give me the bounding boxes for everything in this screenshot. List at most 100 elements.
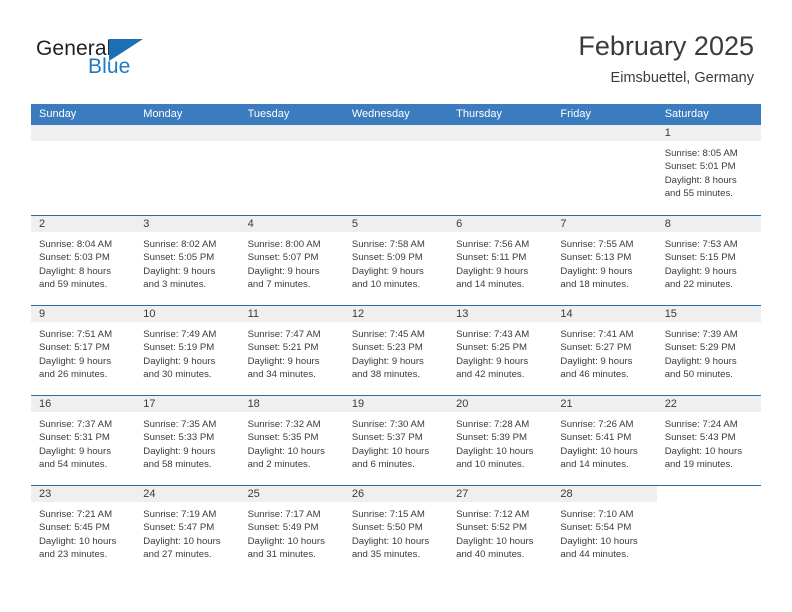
sunrise-text: Sunrise: 7:55 AM bbox=[560, 239, 634, 250]
daylight-text: Daylight: 9 hours bbox=[351, 265, 424, 277]
sunrise-text: Sunrise: 8:04 AM bbox=[39, 239, 113, 250]
day-cell-28[interactable]: 28 Sunrise: 7:10 AM Sunset: 5:54 PM Dayligh… bbox=[552, 486, 657, 577]
day-cell-9[interactable]: 9 Sunrise: 7:51 AM Sunset: 5:17 PM Daylight… bbox=[31, 306, 136, 395]
sunrise-text: Sunrise: 8:05 AM bbox=[664, 148, 738, 159]
brand-logo[interactable]: General Blue bbox=[36, 38, 156, 88]
day-cell-5[interactable]: 5 Sunrise: 7:58 AM Sunset: 5:09 PM Daylight… bbox=[343, 216, 449, 305]
daylight-text: and 54 minutes. bbox=[39, 458, 108, 470]
day-number: 27 bbox=[456, 488, 469, 500]
day-cell-8[interactable]: 8 Sunrise: 7:53 AM Sunset: 5:15 PM Daylight… bbox=[656, 216, 761, 305]
day-cell-24[interactable]: 24 Sunrise: 7:19 AM Sunset: 5:47 PM Dayligh… bbox=[135, 486, 240, 577]
sunrise-text: Sunrise: 7:12 AM bbox=[456, 509, 530, 520]
daylight-text: Daylight: 9 hours bbox=[247, 355, 320, 367]
daylight-text: and 44 minutes. bbox=[560, 548, 629, 560]
sunset-text: Sunset: 5:29 PM bbox=[664, 342, 736, 354]
day-cell-11[interactable]: 11 Sunrise: 7:47 AM Sunset: 5:21 PM Dayligh… bbox=[239, 306, 344, 395]
day-cell-20[interactable]: 20 Sunrise: 7:28 AM Sunset: 5:39 PM Dayligh… bbox=[448, 396, 553, 485]
day-cell-15[interactable]: 15 Sunrise: 7:39 AM Sunset: 5:29 PM Dayligh… bbox=[656, 306, 761, 395]
day-cell-6[interactable]: 6 Sunrise: 7:56 AM Sunset: 5:11 PM Daylight… bbox=[448, 216, 553, 305]
day-number-band bbox=[656, 216, 761, 233]
day-number: 22 bbox=[664, 398, 677, 410]
daylight-text: and 27 minutes. bbox=[143, 548, 212, 560]
day-number: 1 bbox=[664, 127, 671, 139]
day-cell-12[interactable]: 12 Sunrise: 7:45 AM Sunset: 5:23 PM Dayligh… bbox=[343, 306, 449, 395]
day-cell-27[interactable]: 27 Sunrise: 7:12 AM Sunset: 5:52 PM Dayligh… bbox=[448, 486, 553, 577]
daylight-text: Daylight: 10 hours bbox=[456, 535, 534, 547]
sunset-text: Sunset: 5:09 PM bbox=[351, 252, 423, 264]
calendar-weeks: 1 Sunrise: 8:05 AM Sunset: 5:01 PM Daylight… bbox=[31, 125, 761, 577]
day-number: 26 bbox=[351, 488, 365, 500]
day-cell-17[interactable]: 17 Sunrise: 7:35 AM Sunset: 5:33 PM Dayligh… bbox=[135, 396, 240, 485]
day-cell-16[interactable]: 16 Sunrise: 7:37 AM Sunset: 5:31 PM Dayligh… bbox=[31, 396, 136, 485]
weekday-header-saturday: Saturday bbox=[664, 108, 709, 120]
day-cell-1[interactable]: 1 Sunrise: 8:05 AM Sunset: 5:01 PM Daylight… bbox=[656, 125, 761, 215]
day-cell-18[interactable]: 18 Sunrise: 7:32 AM Sunset: 5:35 PM Dayligh… bbox=[239, 396, 344, 485]
sunset-text: Sunset: 5:05 PM bbox=[143, 252, 215, 264]
day-number-band bbox=[656, 486, 761, 503]
day-details: Sunrise: 7:45 AM Sunset: 5:23 PM Daylight:… bbox=[344, 323, 448, 381]
sunrise-text: Sunrise: 7:47 AM bbox=[247, 329, 321, 340]
sunset-text: Sunset: 5:13 PM bbox=[560, 252, 632, 264]
calendar-week-row: 1 Sunrise: 8:05 AM Sunset: 5:01 PM Daylight… bbox=[31, 125, 761, 215]
day-details: Sunrise: 7:53 AM Sunset: 5:15 PM Daylight:… bbox=[657, 233, 761, 291]
daylight-text: Daylight: 10 hours bbox=[351, 535, 430, 547]
day-cell-2[interactable]: 2 Sunrise: 8:04 AM Sunset: 5:03 PM Daylight… bbox=[31, 216, 136, 305]
day-details: Sunrise: 8:05 AM Sunset: 5:01 PM Daylight:… bbox=[657, 142, 761, 200]
day-number: 28 bbox=[560, 488, 573, 500]
day-cell-25[interactable]: 25 Sunrise: 7:17 AM Sunset: 5:49 PM Dayligh… bbox=[239, 486, 344, 577]
day-cell-empty bbox=[656, 486, 761, 577]
day-cell-26[interactable]: 26 Sunrise: 7:15 AM Sunset: 5:50 PM Dayligh… bbox=[343, 486, 449, 577]
daylight-text: Daylight: 10 hours bbox=[39, 535, 117, 547]
day-cell-14[interactable]: 14 Sunrise: 7:41 AM Sunset: 5:27 PM Dayligh… bbox=[552, 306, 657, 395]
daylight-text: and 59 minutes. bbox=[39, 278, 108, 290]
sunrise-text: Sunrise: 7:41 AM bbox=[560, 329, 634, 340]
day-cell-22[interactable]: 22 Sunrise: 7:24 AM Sunset: 5:43 PM Dayligh… bbox=[656, 396, 761, 485]
daylight-text: and 7 minutes. bbox=[247, 278, 311, 290]
day-cell-empty bbox=[239, 125, 344, 215]
day-cell-13[interactable]: 13 Sunrise: 7:43 AM Sunset: 5:25 PM Dayligh… bbox=[448, 306, 553, 395]
day-cell-7[interactable]: 7 Sunrise: 7:55 AM Sunset: 5:13 PM Daylight… bbox=[552, 216, 657, 305]
daylight-text: and 31 minutes. bbox=[247, 548, 316, 560]
daylight-text: and 3 minutes. bbox=[143, 278, 207, 290]
calendar-week-row: 9 Sunrise: 7:51 AM Sunset: 5:17 PM Daylight… bbox=[31, 305, 761, 395]
daylight-text: and 23 minutes. bbox=[39, 548, 108, 560]
day-details: Sunrise: 7:30 AM Sunset: 5:37 PM Daylight:… bbox=[344, 413, 448, 471]
daylight-text: Daylight: 9 hours bbox=[143, 355, 216, 367]
brand-name-blue: Blue bbox=[88, 55, 131, 78]
sunrise-text: Sunrise: 7:58 AM bbox=[351, 239, 425, 250]
daylight-text: Daylight: 10 hours bbox=[247, 535, 325, 547]
sunset-text: Sunset: 5:25 PM bbox=[456, 342, 528, 354]
daylight-text: and 55 minutes. bbox=[664, 187, 733, 199]
day-cell-3[interactable]: 3 Sunrise: 8:02 AM Sunset: 5:05 PM Daylight… bbox=[135, 216, 240, 305]
sunset-text: Sunset: 5:15 PM bbox=[664, 252, 736, 264]
day-details: Sunrise: 7:39 AM Sunset: 5:29 PM Daylight:… bbox=[657, 323, 761, 381]
sunrise-text: Sunrise: 7:24 AM bbox=[664, 419, 738, 430]
weekday-header-wednesday: Wednesday bbox=[351, 108, 410, 120]
day-cell-23[interactable]: 23 Sunrise: 7:21 AM Sunset: 5:45 PM Dayligh… bbox=[31, 486, 136, 577]
daylight-text: and 30 minutes. bbox=[143, 368, 212, 380]
day-details: Sunrise: 7:10 AM Sunset: 5:54 PM Daylight:… bbox=[552, 503, 656, 561]
daylight-text: Daylight: 9 hours bbox=[247, 265, 320, 277]
day-number-band bbox=[239, 125, 344, 142]
sunset-text: Sunset: 5:39 PM bbox=[456, 432, 528, 444]
daylight-text: Daylight: 9 hours bbox=[351, 355, 424, 367]
sunrise-text: Sunrise: 7:19 AM bbox=[143, 509, 217, 520]
daylight-text: Daylight: 8 hours bbox=[664, 174, 737, 186]
daylight-text: Daylight: 10 hours bbox=[560, 535, 638, 547]
sunrise-text: Sunrise: 8:00 AM bbox=[247, 239, 321, 250]
day-number: 12 bbox=[351, 308, 365, 320]
day-cell-10[interactable]: 10 Sunrise: 7:49 AM Sunset: 5:19 PM Dayligh… bbox=[135, 306, 240, 395]
day-cell-21[interactable]: 21 Sunrise: 7:26 AM Sunset: 5:41 PM Dayligh… bbox=[552, 396, 657, 485]
day-cell-4[interactable]: 4 Sunrise: 8:00 AM Sunset: 5:07 PM Daylight… bbox=[239, 216, 344, 305]
day-cell-19[interactable]: 19 Sunrise: 7:30 AM Sunset: 5:37 PM Dayligh… bbox=[343, 396, 449, 485]
day-details: Sunrise: 7:26 AM Sunset: 5:41 PM Daylight:… bbox=[552, 413, 656, 471]
sunrise-text: Sunrise: 7:26 AM bbox=[560, 419, 634, 430]
sunset-text: Sunset: 5:49 PM bbox=[247, 522, 319, 534]
sunrise-text: Sunrise: 7:32 AM bbox=[247, 419, 321, 430]
day-cell-empty bbox=[552, 125, 657, 215]
daylight-text: Daylight: 10 hours bbox=[143, 535, 221, 547]
day-number-band bbox=[239, 216, 344, 233]
day-details: Sunrise: 7:24 AM Sunset: 5:43 PM Daylight:… bbox=[657, 413, 761, 471]
daylight-text: Daylight: 10 hours bbox=[351, 445, 430, 457]
day-number: 4 bbox=[247, 218, 254, 230]
